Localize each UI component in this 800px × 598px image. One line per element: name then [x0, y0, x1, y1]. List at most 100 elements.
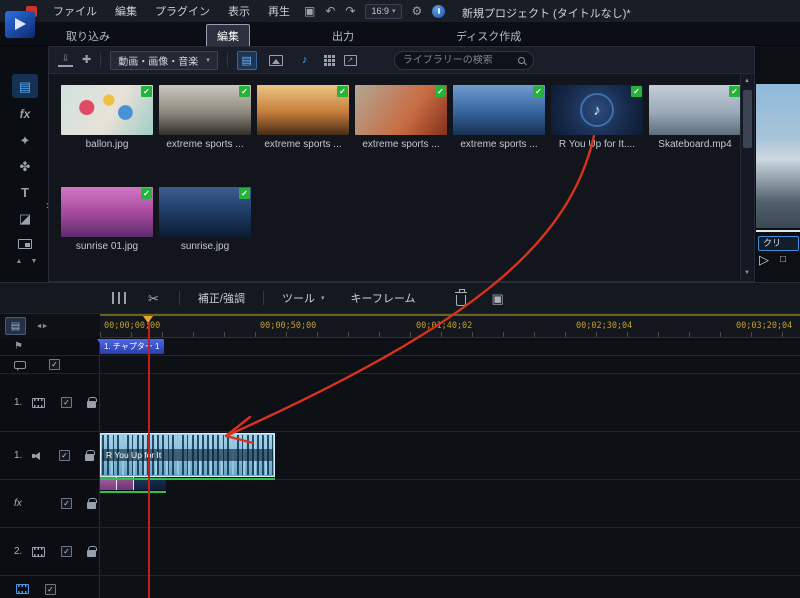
tab-produce[interactable]: 出力: [322, 25, 364, 47]
selected-check-icon: ✓: [533, 86, 544, 97]
scroll-down-icon[interactable]: ▼: [741, 267, 753, 279]
video-track-3-partial: ✓: [0, 576, 800, 598]
sidebar-item-particle-room[interactable]: ✤: [12, 154, 38, 178]
media-thumbnail[interactable]: ✓: [61, 85, 153, 135]
plugin-icon[interactable]: ✚: [82, 54, 91, 66]
media-thumbnail[interactable]: ✓: [61, 187, 153, 237]
track-manager-icon[interactable]: [112, 292, 126, 304]
sidebar-item-effect-room[interactable]: fx: [12, 102, 38, 126]
menu-edit[interactable]: 編集: [106, 3, 146, 19]
play-button[interactable]: ▷: [759, 252, 769, 268]
tab-create-disc[interactable]: ディスク作成: [446, 25, 531, 47]
filter-music-icon[interactable]: ♪: [295, 51, 315, 70]
media-thumbnail[interactable]: ✓: [159, 85, 251, 135]
track-enable-checkbox[interactable]: ✓: [49, 359, 60, 370]
import-media-icon[interactable]: ⇩: [58, 53, 73, 67]
media-thumbnail[interactable]: ✓: [257, 85, 349, 135]
list-item[interactable]: ✓ extreme sports ...: [159, 85, 251, 150]
sidebar-item-transition-room[interactable]: ◪: [12, 206, 38, 230]
grid-view-icon[interactable]: [323, 54, 335, 66]
chapter-marker-handle[interactable]: [97, 339, 105, 345]
scrollbar-thumb[interactable]: [743, 90, 752, 148]
ruler-timestamp: 00;03;20;04: [736, 321, 793, 331]
clip-mode-button[interactable]: クリ: [758, 236, 799, 251]
tools-dropdown[interactable]: ツール: [282, 290, 315, 306]
timeline-ruler[interactable]: 00;00;00;00 00;00;50;00 00;01;40;02 00;0…: [100, 314, 800, 338]
delete-trash-icon[interactable]: [454, 288, 467, 306]
list-item[interactable]: ✓ Skateboard.mp4: [649, 85, 741, 150]
display-panel-icon[interactable]: ▣: [304, 5, 315, 17]
narration-icon[interactable]: [432, 4, 446, 18]
menu-file[interactable]: ファイル: [44, 3, 106, 19]
fit-timeline-button[interactable]: ◄►: [31, 317, 52, 335]
video-track-3-header: ✓: [0, 576, 100, 598]
split-scissors-icon[interactable]: ✂: [148, 292, 159, 305]
stop-button[interactable]: □: [780, 254, 786, 265]
menu-playback[interactable]: 再生: [259, 3, 299, 19]
library-scrollbar[interactable]: ▲ ▼: [740, 74, 753, 280]
track-lock-icon[interactable]: [85, 449, 95, 461]
audio-clip[interactable]: R You Up for It: [100, 433, 275, 477]
export-to-library-icon[interactable]: ▣: [492, 292, 504, 305]
menu-plugins[interactable]: プラグイン: [146, 3, 219, 19]
sidebar-item-media-room[interactable]: ▤: [12, 74, 38, 98]
audio-track-1-header: 1. ✓: [0, 432, 100, 479]
search-input[interactable]: [402, 54, 512, 66]
list-item[interactable]: ✓ sunrise.jpg: [159, 187, 251, 252]
preview-scrubber[interactable]: [756, 230, 800, 232]
chapter-marker[interactable]: 1. チャプター 1: [100, 339, 164, 354]
list-item-audio[interactable]: ♪ ✓ R You Up for It....: [551, 85, 643, 150]
track-view-button[interactable]: ▤: [5, 317, 26, 335]
sidebar-item-pip-objects[interactable]: ✦: [12, 128, 38, 152]
filter-video-icon[interactable]: ▤: [236, 50, 257, 70]
media-thumbnail[interactable]: ♪ ✓: [551, 85, 643, 135]
tab-edit[interactable]: 編集: [206, 24, 250, 48]
list-item[interactable]: ✓ extreme sports ...: [355, 85, 447, 150]
list-item[interactable]: ✓ extreme sports ...: [257, 85, 349, 150]
settings-gear-icon[interactable]: ⚙: [412, 5, 423, 17]
track-enable-checkbox[interactable]: ✓: [45, 584, 56, 595]
media-name: R You Up for It....: [558, 139, 636, 150]
track-lock-icon[interactable]: [87, 545, 97, 557]
playhead-line[interactable]: [148, 316, 150, 598]
media-thumbnail[interactable]: ✓: [159, 187, 251, 237]
list-item[interactable]: ✓ sunrise 01.jpg: [61, 187, 153, 252]
media-thumbnail[interactable]: ✓: [453, 85, 545, 135]
aspect-ratio-select[interactable]: 16:9 ▾: [365, 3, 402, 19]
chevron-down-icon: ▾: [320, 295, 325, 302]
track-lock-icon[interactable]: [87, 396, 97, 408]
audio-track-icon: [32, 451, 43, 461]
detach-panel-icon[interactable]: ↗: [343, 54, 357, 66]
timeline-toolbar: ✂ 補正/強調 ツール ▾ キーフレーム ▣: [0, 282, 800, 314]
selected-check-icon: ✓: [141, 188, 152, 199]
keyframe-button[interactable]: キーフレーム: [350, 290, 415, 306]
track-enable-checkbox[interactable]: ✓: [61, 397, 72, 408]
list-item[interactable]: ✓ extreme sports ...: [453, 85, 545, 150]
list-item[interactable]: ✓ ballon.jpg: [61, 85, 153, 150]
sidebar-collapse-up-icon[interactable]: ▲: [12, 258, 26, 265]
library-search: [393, 50, 534, 70]
tab-capture[interactable]: 取り込み: [56, 25, 120, 47]
media-filter-dropdown[interactable]: 動画・画像・音楽 ▾: [110, 50, 218, 70]
playhead-marker[interactable]: [143, 316, 153, 323]
media-thumbnail[interactable]: ✓: [355, 85, 447, 135]
undo-icon[interactable]: ↶: [325, 5, 335, 17]
sidebar-collapse-down-icon[interactable]: ▼: [27, 258, 41, 265]
track-enable-checkbox[interactable]: ✓: [61, 546, 72, 557]
track-number: 1.: [14, 450, 23, 461]
music-note-icon: ♪: [593, 101, 601, 119]
filter-image-icon[interactable]: [266, 51, 286, 70]
redo-icon[interactable]: ↷: [345, 5, 355, 17]
chevron-down-icon: ▾: [392, 8, 396, 15]
track-enable-checkbox[interactable]: ✓: [61, 498, 72, 509]
menu-view[interactable]: 表示: [219, 3, 259, 19]
scroll-up-icon[interactable]: ▲: [741, 75, 753, 87]
sidebar-item-title-room[interactable]: T: [12, 180, 38, 204]
fix-enhance-button[interactable]: 補正/強調: [198, 290, 245, 306]
sidebar-item-pip-room[interactable]: [12, 232, 38, 256]
media-name: ballon.jpg: [85, 139, 129, 150]
track-enable-checkbox[interactable]: ✓: [59, 450, 70, 461]
track-lock-icon[interactable]: [87, 497, 97, 509]
media-thumbnail[interactable]: ✓: [649, 85, 741, 135]
track-number: 2.: [14, 546, 23, 557]
